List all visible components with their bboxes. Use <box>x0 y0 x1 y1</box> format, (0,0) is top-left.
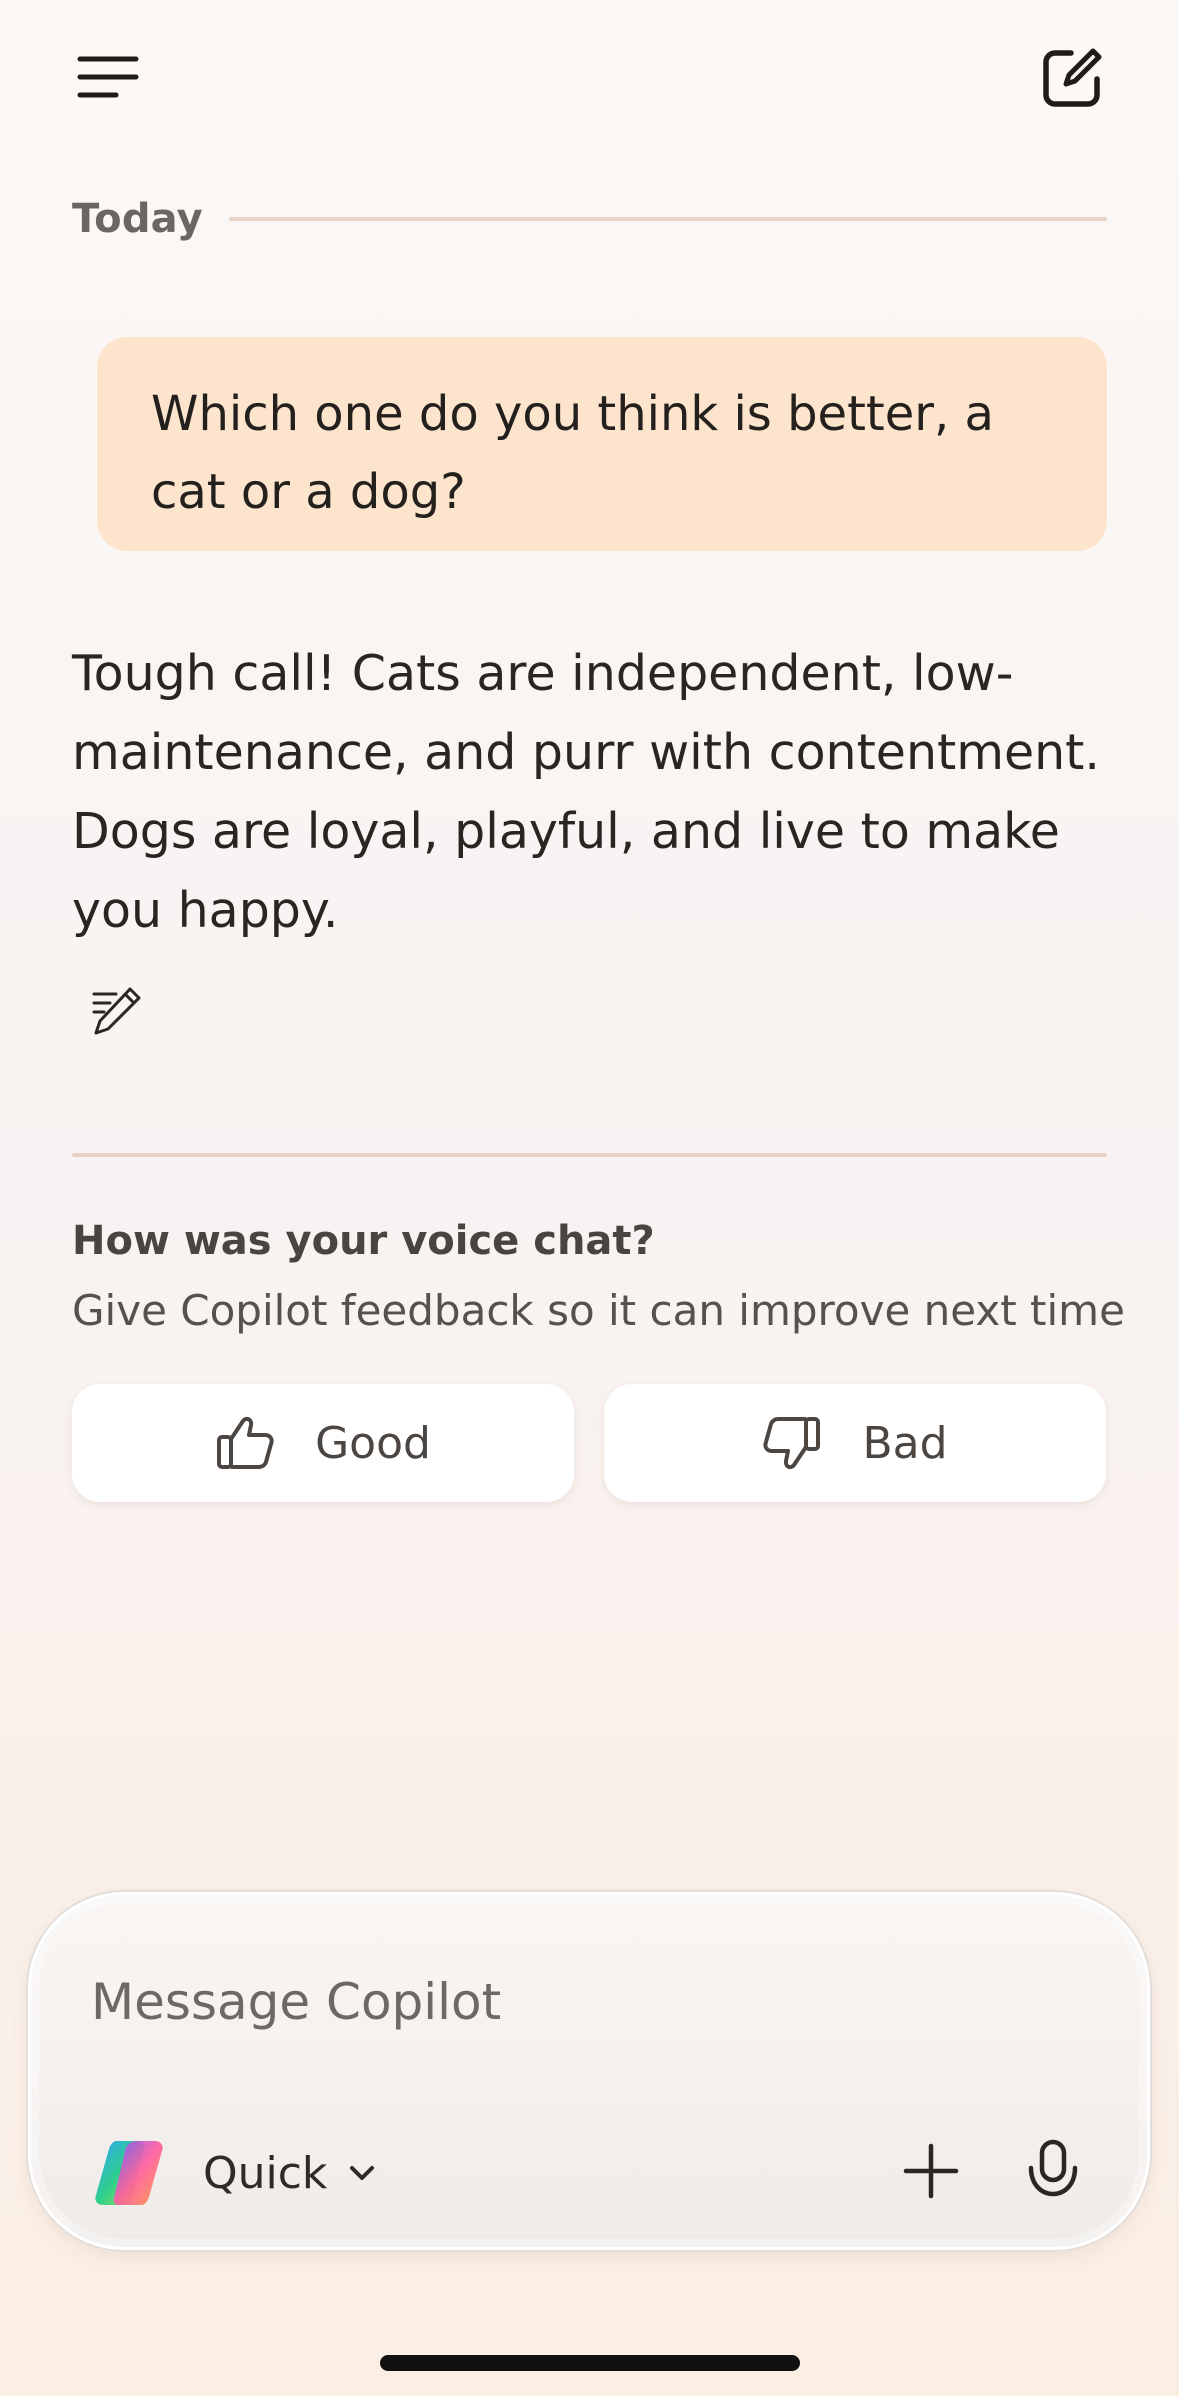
good-feedback-label: Good <box>315 1417 431 1469</box>
home-indicator <box>380 2355 800 2371</box>
bad-feedback-button[interactable]: Bad <box>604 1384 1106 1502</box>
thumbs-down-icon <box>763 1417 821 1470</box>
message-input[interactable] <box>91 1967 951 2037</box>
add-button[interactable] <box>891 2131 971 2211</box>
plus-icon <box>903 2143 959 2199</box>
chevron-down-icon <box>350 2166 375 2180</box>
date-label: Today <box>72 196 203 242</box>
user-message-bubble: Which one do you think is better, a cat … <box>97 337 1107 551</box>
user-message-text: Which one do you think is better, a cat … <box>151 386 994 520</box>
new-chat-button[interactable] <box>1026 32 1118 124</box>
edit-message-button[interactable] <box>88 984 148 1044</box>
menu-button[interactable] <box>62 32 154 124</box>
mode-selector[interactable]: Quick <box>203 2141 375 2205</box>
section-divider <box>72 1153 1107 1157</box>
date-divider-line <box>228 217 1107 221</box>
date-divider: Today <box>72 194 1107 244</box>
hamburger-menu-icon <box>77 56 139 98</box>
bad-feedback-label: Bad <box>862 1417 948 1469</box>
feedback-subtitle: Give Copilot feedback so it can improve … <box>72 1286 1125 1335</box>
new-chat-icon <box>1043 48 1102 107</box>
feedback-title: How was your voice chat? <box>72 1218 655 1264</box>
edit-pencil-icon <box>92 987 141 1035</box>
mode-label: Quick <box>203 2147 328 2199</box>
good-feedback-button[interactable]: Good <box>72 1384 574 1502</box>
microphone-button[interactable] <box>1013 2127 1093 2215</box>
microphone-icon <box>1028 2139 1078 2197</box>
message-composer: Quick <box>28 1892 1150 2250</box>
assistant-message-text: Tough call! Cats are independent, low-ma… <box>72 645 1100 939</box>
thumbs-up-icon <box>217 1416 274 1469</box>
copilot-logo-icon <box>95 2141 163 2205</box>
